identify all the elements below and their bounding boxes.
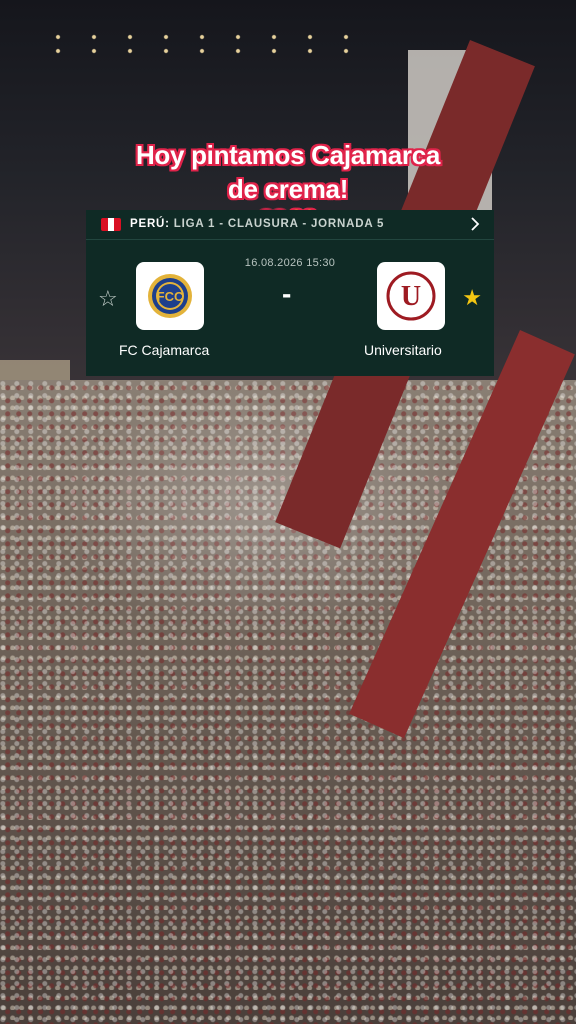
stadium-lights: [40, 30, 370, 60]
score-separator: -: [282, 278, 292, 309]
home-team-crest[interactable]: FCC: [136, 262, 204, 330]
home-team-name[interactable]: FC Cajamarca: [119, 342, 209, 358]
crest-text: FCC: [157, 289, 184, 304]
caption-line-2-text: de crema!: [227, 174, 349, 204]
away-team-name[interactable]: Universitario: [364, 342, 442, 358]
match-card[interactable]: PERÚ: LIGA 1 - CLAUSURA - JORNADA 5 16.0…: [86, 210, 494, 376]
country-label: PERÚ:: [130, 218, 170, 230]
star-filled-icon[interactable]: ★: [462, 285, 482, 311]
caption-line-1: Hoy pintamos Cajamarca: [135, 140, 441, 170]
star-outline-icon[interactable]: ☆: [98, 286, 118, 312]
fc-cajamarca-logo: FCC: [148, 274, 192, 318]
peru-flag-icon: [101, 218, 121, 231]
crest-text: U: [401, 281, 421, 312]
league-label: PERÚ: LIGA 1 - CLAUSURA - JORNADA 5: [130, 218, 384, 230]
match-card-header[interactable]: PERÚ: LIGA 1 - CLAUSURA - JORNADA 5: [86, 210, 494, 240]
chevron-right-icon[interactable]: [468, 216, 482, 232]
competition-label: LIGA 1 - CLAUSURA - JORNADA 5: [173, 218, 385, 230]
away-team-crest[interactable]: U: [377, 262, 445, 330]
universitario-logo: U: [386, 271, 436, 321]
